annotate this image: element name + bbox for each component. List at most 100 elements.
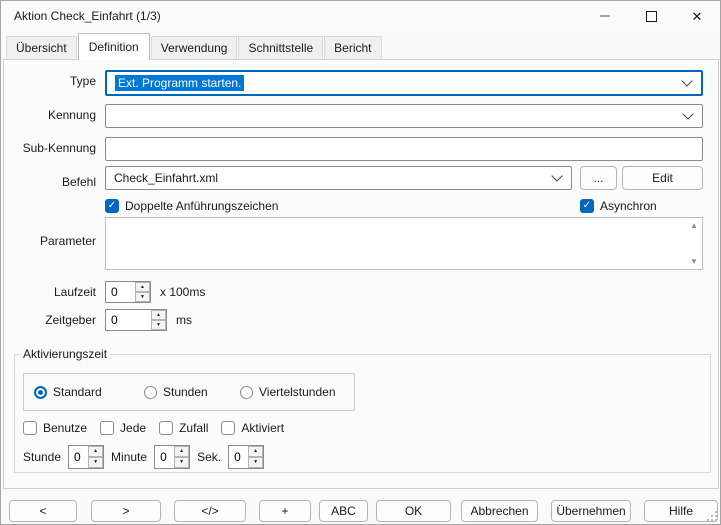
radio-standard[interactable]: Standard [34,385,102,399]
checkbox-checked-icon: ✓ [105,199,119,213]
tab-uebersicht[interactable]: Übersicht [6,36,77,59]
maximize-icon [646,11,657,22]
type-combobox[interactable]: Ext. Programm starten. [105,70,703,96]
tab-strip: Übersicht Definition Verwendung Schnitts… [1,34,383,59]
definition-tab-panel: Type Ext. Programm starten. Kennung Sub-… [3,59,719,489]
spin-up-icon[interactable]: ▲ [174,446,189,457]
parameter-label: Parameter [4,234,96,248]
minimize-button[interactable] [582,1,628,31]
code-button[interactable]: </> [174,500,246,522]
mode-radio-group: Standard Stunden Viertelstunden [23,373,355,411]
asynchron-checkbox-label: Asynchron [600,199,657,213]
kennung-combobox[interactable] [105,104,703,128]
chevron-down-icon [551,170,562,181]
window-controls: ✕ [582,1,720,31]
laufzeit-label: Laufzeit [4,285,96,299]
minute-stepper: ▲ ▼ [154,445,190,469]
radio-unselected-icon [144,386,157,399]
tab-verwendung[interactable]: Verwendung [151,36,238,59]
aktivierungszeit-group-title: Aktivierungszeit [20,347,110,361]
minimize-icon [600,15,610,17]
sub-kennung-label: Sub-Kennung [4,141,96,155]
spin-up-icon[interactable]: ▲ [248,446,263,457]
scroll-down-icon[interactable]: ▼ [688,257,700,266]
close-icon: ✕ [692,10,703,23]
ok-button[interactable]: OK [376,500,451,522]
radio-stunden-label: Stunden [163,385,208,399]
spin-down-icon[interactable]: ▼ [174,457,189,468]
kennung-label: Kennung [4,108,96,122]
window-title: Aktion Check_Einfahrt (1/3) [1,9,161,23]
radio-unselected-icon [240,386,253,399]
type-label: Type [4,74,96,88]
browse-button[interactable]: ... [580,166,617,190]
stunde-label: Stunde [23,450,61,464]
zufall-checkbox[interactable]: Zufall [159,421,208,435]
tab-bericht[interactable]: Bericht [324,36,381,59]
zeitgeber-input[interactable] [106,310,151,330]
tab-schnittstelle[interactable]: Schnittstelle [238,36,323,59]
prev-button[interactable]: < [9,500,77,522]
spin-down-icon[interactable]: ▼ [135,292,150,302]
type-selected-value: Ext. Programm starten. [115,75,244,91]
befehl-selected-value: Check_Einfahrt.xml [114,171,218,185]
radio-viertelstunden[interactable]: Viertelstunden [240,385,336,399]
minute-input[interactable] [155,446,174,468]
maximize-button[interactable] [628,1,674,31]
checkbox-checked-icon: ✓ [580,199,594,213]
radio-standard-label: Standard [53,385,102,399]
laufzeit-input[interactable] [106,282,135,302]
parameter-textarea-wrap: ▲ ▼ [105,217,703,270]
checkbox-unchecked-icon [159,421,173,435]
scroll-up-icon[interactable]: ▲ [688,221,700,230]
checkbox-unchecked-icon [23,421,37,435]
sub-kennung-input[interactable] [114,141,694,157]
asynchron-checkbox[interactable]: ✓ Asynchron [580,199,657,213]
edit-button[interactable]: Edit [622,166,703,190]
double-quotes-checkbox-label: Doppelte Anführungszeichen [125,199,278,213]
befehl-combobox[interactable]: Check_Einfahrt.xml [105,166,572,190]
parameter-textarea[interactable] [106,218,686,269]
spin-down-icon[interactable]: ▼ [88,457,103,468]
sekunde-label: Sek. [197,450,221,464]
add-button[interactable]: + [259,500,311,522]
spin-up-icon[interactable]: ▲ [135,282,150,292]
zeitgeber-label: Zeitgeber [4,313,96,327]
apply-button[interactable]: Übernehmen [551,500,631,522]
chevron-down-icon [682,108,693,119]
double-quotes-checkbox[interactable]: ✓ Doppelte Anführungszeichen [105,199,278,213]
zeitgeber-unit: ms [176,313,192,327]
chevron-down-icon [681,75,692,86]
next-button[interactable]: > [91,500,161,522]
spin-down-icon[interactable]: ▼ [248,457,263,468]
titlebar: Aktion Check_Einfahrt (1/3) ✕ [1,1,720,31]
laufzeit-stepper: ▲ ▼ [105,281,151,303]
spin-up-icon[interactable]: ▲ [151,310,166,320]
cancel-button[interactable]: Abbrechen [461,500,538,522]
sekunde-stepper: ▲ ▼ [228,445,264,469]
jede-checkbox-label: Jede [120,421,146,435]
aktiviert-checkbox[interactable]: Aktiviert [221,421,284,435]
spin-up-icon[interactable]: ▲ [88,446,103,457]
jede-checkbox[interactable]: Jede [100,421,146,435]
befehl-label: Befehl [4,175,96,189]
option-checkbox-row: Benutze Jede Zufall Aktiviert [23,421,297,435]
checkbox-unchecked-icon [221,421,235,435]
close-button[interactable]: ✕ [674,1,720,31]
spin-down-icon[interactable]: ▼ [151,320,166,330]
resize-grip[interactable] [708,512,717,521]
sub-kennung-field-wrap [105,137,703,161]
radio-selected-icon [34,386,47,399]
benutze-checkbox-label: Benutze [43,421,87,435]
stunde-input[interactable] [69,446,88,468]
radio-viertelstunden-label: Viertelstunden [259,385,336,399]
aktiviert-checkbox-label: Aktiviert [241,421,284,435]
radio-stunden[interactable]: Stunden [144,385,208,399]
benutze-checkbox[interactable]: Benutze [23,421,87,435]
sekunde-input[interactable] [229,446,248,468]
minute-label: Minute [111,450,147,464]
abc-button[interactable]: ABC [319,500,368,522]
tab-definition[interactable]: Definition [78,33,150,60]
stunde-stepper: ▲ ▼ [68,445,104,469]
laufzeit-unit: x 100ms [160,285,205,299]
